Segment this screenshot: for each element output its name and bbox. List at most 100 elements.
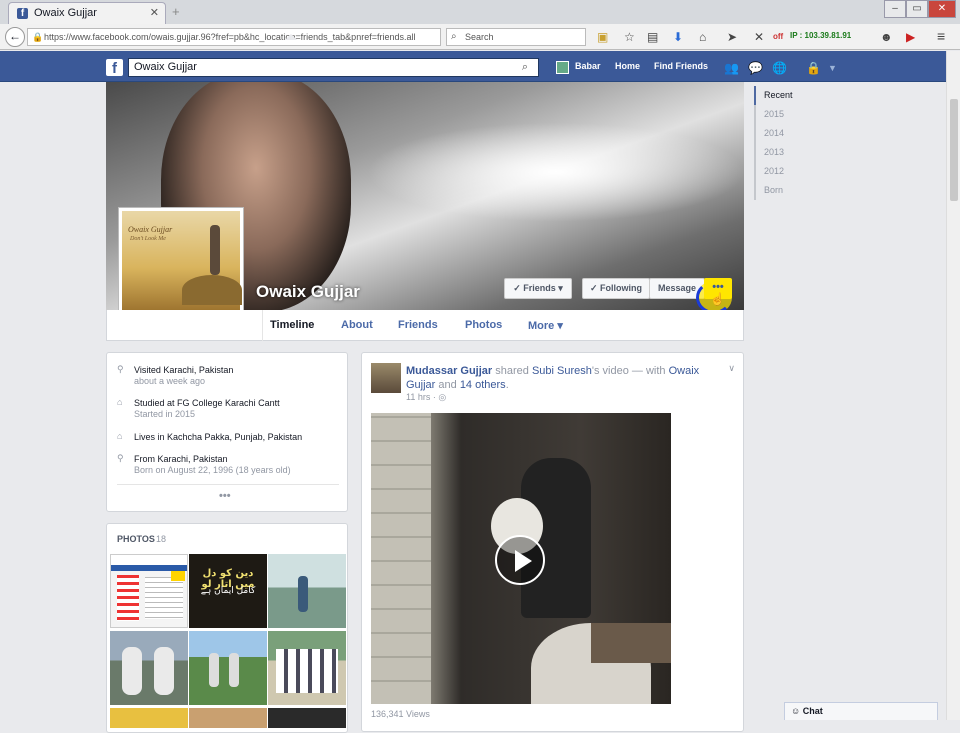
video-player[interactable] <box>371 413 671 704</box>
send-icon[interactable]: ➤ <box>727 30 737 44</box>
year-recent[interactable]: Recent <box>754 86 824 105</box>
year-born[interactable]: Born <box>756 181 824 200</box>
search-icon: ⌕ <box>451 31 457 42</box>
chevron-down-icon[interactable]: ∨ <box>728 363 735 374</box>
facebook-favicon-icon: f <box>17 8 28 19</box>
post-author-avatar[interactable] <box>371 363 401 393</box>
x-extension-icon[interactable]: ✕ <box>754 30 764 44</box>
intro-text[interactable]: Studied at FG College Karachi Cantt <box>134 397 280 409</box>
extension-icon[interactable]: ▣ <box>597 30 608 44</box>
timeline-year-nav: Recent 2015 2014 2013 2012 Born <box>754 86 824 200</box>
tab-timeline[interactable]: Timeline <box>270 319 314 331</box>
photo-thumbnail[interactable] <box>189 631 267 705</box>
post-separator: · <box>432 392 436 402</box>
close-window-button[interactable]: ✕ <box>928 0 956 18</box>
photo-thumbnail[interactable] <box>110 708 188 728</box>
browser-search-placeholder: Search <box>465 32 494 42</box>
photo-urdu-caption-2: کامل ایمان ہے <box>200 586 256 596</box>
year-2015[interactable]: 2015 <box>756 105 824 124</box>
tab-photos[interactable]: Photos <box>465 319 502 331</box>
video-views: 136,341 Views <box>371 709 430 719</box>
intro-row-visited: ⚲ Visited Karachi, Pakistan about a week… <box>117 364 233 387</box>
photo-thumbnail[interactable] <box>110 554 188 628</box>
profile-link[interactable]: Babar <box>575 61 601 71</box>
post-author-link[interactable]: Mudassar Gujjar <box>406 365 492 377</box>
year-2013[interactable]: 2013 <box>756 143 824 162</box>
url-text: https://www.facebook.com/owais.gujjar.96… <box>44 32 416 42</box>
tab-friends[interactable]: Friends <box>398 319 438 331</box>
shared-from-link[interactable]: Subi Suresh <box>532 365 592 377</box>
browser-search-input[interactable]: ⌕ Search <box>446 28 586 46</box>
restore-button[interactable]: ▭ <box>906 0 928 18</box>
find-friends-link[interactable]: Find Friends <box>654 61 708 71</box>
tab-divider <box>262 310 263 341</box>
post-time[interactable]: 11 hrs <box>406 392 430 402</box>
privacy-shortcuts-icon[interactable]: 🔒 <box>806 61 821 75</box>
page-scrollbar[interactable] <box>946 51 960 720</box>
photo-thumbnail[interactable] <box>268 554 346 628</box>
photo-thumbnail[interactable] <box>110 631 188 705</box>
chat-bar[interactable]: ☺ Chat <box>784 702 938 720</box>
smiley-icon[interactable]: ☻ <box>880 30 893 44</box>
photo-thumbnail[interactable] <box>189 708 267 728</box>
back-button[interactable]: ← <box>5 27 25 47</box>
reading-list-icon[interactable]: ▤ <box>647 30 658 44</box>
intro-divider <box>117 484 339 485</box>
youtube-icon[interactable]: ▶ <box>906 30 915 44</box>
intro-text[interactable]: Lives in Kachcha Pakka, Punjab, Pakistan <box>134 431 302 443</box>
photo-thumbnail[interactable] <box>268 631 346 705</box>
user-avatar[interactable] <box>556 61 569 74</box>
address-bar[interactable]: 🔒 https://www.facebook.com/owais.gujjar.… <box>27 28 441 46</box>
photo-thumbnail[interactable]: دین کو دل میں اتار لو کامل ایمان ہے <box>189 554 267 628</box>
post-and-text: and <box>435 379 460 391</box>
photos-header[interactable]: PHOTOS <box>117 534 155 544</box>
year-2012[interactable]: 2012 <box>756 162 824 181</box>
facebook-search-value: Owaix Gujjar <box>134 61 197 73</box>
facebook-header: f Owaix Gujjar ⌕ Babar Home Find Friends… <box>0 51 946 82</box>
post-period: . <box>505 379 509 391</box>
cover-sky-image <box>366 122 744 222</box>
account-dropdown-icon[interactable]: ▼ <box>828 63 837 73</box>
profile-tabs: Timeline About Friends Photos More ▾ <box>106 310 744 341</box>
messages-icon[interactable]: 💬 <box>748 61 763 75</box>
facebook-search-input[interactable]: Owaix Gujjar ⌕ <box>128 58 539 77</box>
profile-picture-title: Owaix Gujjar <box>128 225 173 234</box>
play-icon <box>515 550 532 572</box>
intro-text[interactable]: From Karachi, Pakistan <box>134 453 291 465</box>
photo-thumbnail[interactable] <box>268 708 346 728</box>
profile-picture-subtitle: Don't Look Me <box>130 236 166 242</box>
search-icon[interactable]: ⌕ <box>522 59 528 76</box>
photos-count: 18 <box>156 534 167 544</box>
tab-more[interactable]: More ▾ <box>528 319 563 332</box>
notifications-icon[interactable]: 🌐 <box>772 61 787 75</box>
home-icon[interactable]: ⌂ <box>699 30 706 44</box>
video-wall <box>371 413 431 704</box>
tab-about[interactable]: About <box>341 319 373 331</box>
others-link[interactable]: 14 others <box>460 379 506 391</box>
download-icon[interactable]: ⬇ <box>673 30 683 44</box>
hand-cursor-icon: ☝ <box>710 292 725 306</box>
facebook-logo-icon[interactable]: f <box>106 59 123 77</box>
intro-more-button[interactable]: ••• <box>219 490 231 502</box>
friends-button[interactable]: ✓ Friends ▾ <box>504 278 572 299</box>
following-button[interactable]: ✓ Following <box>582 278 650 299</box>
friend-requests-icon[interactable]: 👥 <box>724 61 739 75</box>
new-tab-button[interactable]: + <box>172 4 180 19</box>
intro-row-lives: ⌂ Lives in Kachcha Pakka, Punjab, Pakist… <box>117 431 302 443</box>
year-2014[interactable]: 2014 <box>756 124 824 143</box>
profile-name[interactable]: Owaix Gujjar <box>256 282 360 302</box>
lock-icon: 🔒 <box>32 32 44 42</box>
post-video-text: 's video — with <box>591 365 669 377</box>
browser-tab[interactable]: f Owaix Gujjar ✕ <box>8 2 166 24</box>
home-icon: ⌂ <box>117 431 123 441</box>
minimize-button[interactable]: ‒ <box>884 0 906 18</box>
post-shared-text: shared <box>492 365 532 377</box>
video-table <box>591 623 671 663</box>
intro-text[interactable]: Visited Karachi, Pakistan <box>134 364 233 376</box>
scrollbar-thumb[interactable] <box>950 99 958 201</box>
tab-close-icon[interactable]: ✕ <box>150 6 159 19</box>
bookmark-star-icon[interactable]: ☆ <box>624 30 635 44</box>
play-button[interactable] <box>495 535 545 585</box>
home-link[interactable]: Home <box>615 61 640 71</box>
menu-icon[interactable]: ≡ <box>937 28 945 44</box>
